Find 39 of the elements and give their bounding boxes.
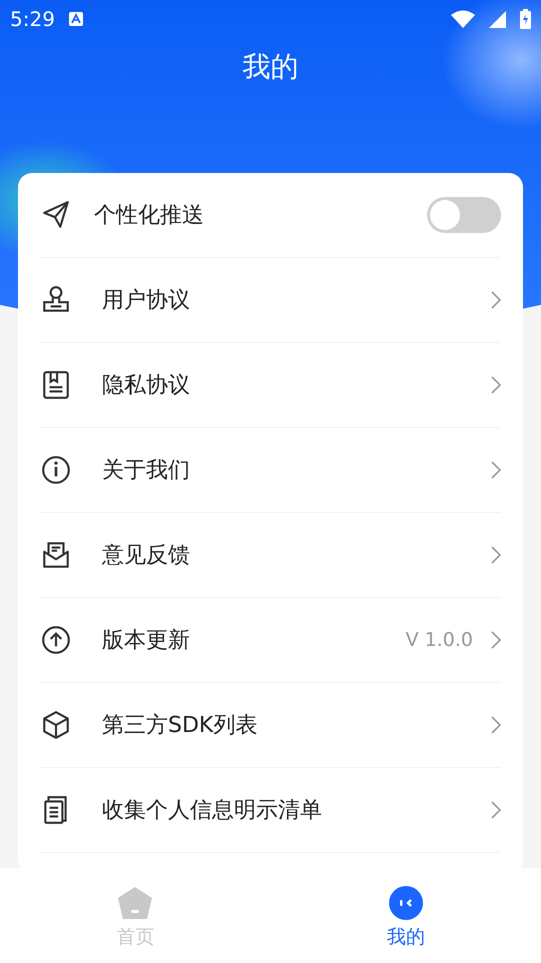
chevron-icon: [491, 376, 501, 394]
chevron-icon: [491, 461, 501, 479]
setting-label: 收集个人信息明示清单: [102, 797, 323, 825]
notification-icon: [68, 12, 83, 26]
setting-label: 意见反馈: [102, 542, 191, 570]
signal-icon: [489, 10, 506, 28]
paper-plane-icon: [40, 199, 72, 231]
status-time: 5:29: [10, 7, 55, 31]
wifi-icon: [451, 10, 475, 28]
setting-label: 版本更新: [102, 627, 191, 655]
setting-row[interactable]: 隐私协议: [40, 343, 501, 428]
setting-row[interactable]: 第三方SDK列表: [40, 683, 501, 768]
setting-row[interactable]: 意见反馈: [40, 513, 501, 598]
battery-icon: [520, 9, 531, 29]
chevron-icon: [491, 631, 501, 649]
setting-row[interactable]: 版本更新 V 1.0.0: [40, 598, 501, 683]
setting-label: 用户协议: [102, 287, 191, 315]
version-text: V 1.0.0: [406, 629, 473, 651]
home-icon: [117, 886, 154, 920]
chevron-icon: [491, 291, 501, 309]
nav-tab[interactable]: 我的: [386, 886, 425, 950]
document-icon: [40, 369, 72, 401]
cube-icon: [40, 709, 72, 741]
envelope-icon: [40, 539, 72, 571]
face-icon: [388, 886, 423, 920]
upload-icon: [40, 624, 72, 656]
setting-label: 第三方SDK列表: [102, 712, 258, 740]
toggle-switch[interactable]: [427, 197, 501, 233]
setting-label: 个性化推送: [94, 202, 205, 230]
setting-row[interactable]: 用户协议: [40, 258, 501, 343]
chevron-icon: [491, 716, 501, 734]
setting-row[interactable]: 关于我们: [40, 428, 501, 513]
setting-label: 隐私协议: [102, 372, 191, 400]
setting-row[interactable]: 收集个人信息明示清单: [40, 768, 501, 853]
page-title: 我的: [242, 49, 300, 85]
chevron-icon: [491, 546, 501, 564]
chevron-icon: [491, 801, 501, 819]
setting-label: 关于我们: [102, 457, 191, 485]
info-icon: [40, 454, 72, 486]
